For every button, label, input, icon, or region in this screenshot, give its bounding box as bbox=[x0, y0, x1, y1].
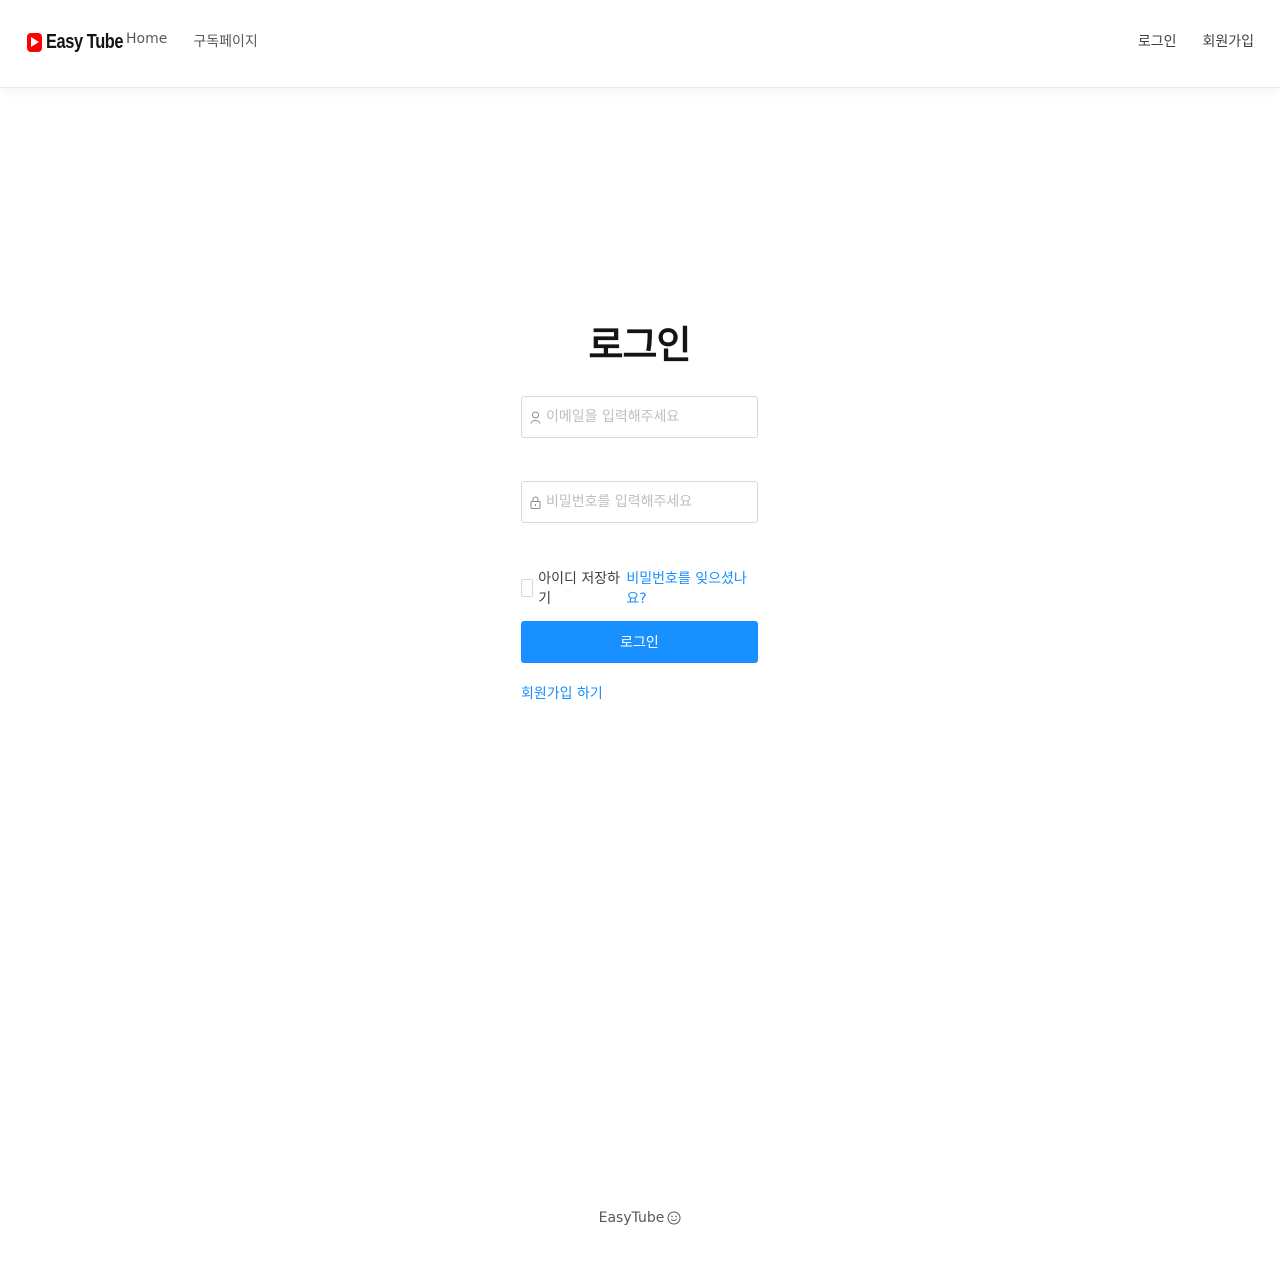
main-nav: Home 구독페이지 bbox=[126, 31, 258, 51]
footer: EasyTube bbox=[0, 1210, 1280, 1226]
smile-icon bbox=[667, 1211, 681, 1225]
nav-home[interactable]: Home bbox=[126, 31, 167, 51]
remember-id-label: 아이디 저장하기 bbox=[538, 571, 620, 607]
email-input[interactable] bbox=[546, 398, 757, 436]
password-input[interactable] bbox=[546, 483, 757, 521]
login-button[interactable]: 로그인 bbox=[521, 621, 758, 663]
footer-text: EasyTube bbox=[598, 1210, 665, 1226]
nav-signup[interactable]: 회원가입 bbox=[1202, 31, 1254, 51]
remember-id-checkbox[interactable] bbox=[521, 579, 534, 597]
signup-link[interactable]: 회원가입 하기 bbox=[521, 683, 603, 703]
nav-subscriptions[interactable]: 구독페이지 bbox=[193, 31, 257, 51]
login-form: 로그인 아이디 저장하기 비밀번호를 잊으셨나요? 로그인 회원가입 하기 bbox=[521, 318, 758, 703]
login-options: 아이디 저장하기 비밀번호를 잊으셨나요? bbox=[521, 571, 758, 607]
password-field[interactable] bbox=[521, 481, 758, 523]
user-icon bbox=[530, 410, 542, 424]
page-title: 로그인 bbox=[588, 323, 692, 367]
remember-id-option[interactable]: 아이디 저장하기 bbox=[521, 568, 626, 608]
email-field[interactable] bbox=[521, 396, 758, 438]
account-nav: 로그인 회원가입 bbox=[1138, 31, 1254, 51]
logo-text: Easy Tube bbox=[46, 30, 124, 53]
lock-icon bbox=[530, 495, 542, 509]
logo[interactable]: Easy Tube bbox=[27, 29, 140, 55]
top-header: Easy Tube Home 구독페이지 로그인 회원가입 bbox=[0, 0, 1280, 88]
play-icon bbox=[27, 32, 42, 52]
forgot-password-link[interactable]: 비밀번호를 잊으셨나요? bbox=[626, 568, 758, 608]
nav-login[interactable]: 로그인 bbox=[1138, 31, 1177, 51]
